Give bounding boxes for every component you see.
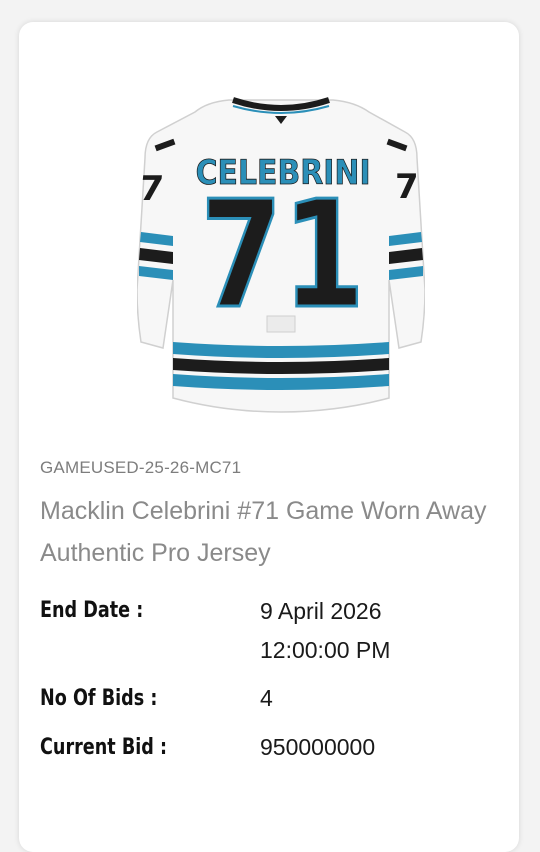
item-sku: GAMEUSED-25-26-MC71 <box>40 458 242 477</box>
item-title[interactable]: Macklin Celebrini #71 Game Worn Away Aut… <box>40 490 500 574</box>
current-bid-label: Current Bid : <box>40 735 168 760</box>
jersey-image[interactable]: 7 7 CELEBRINI 71 <box>136 80 426 430</box>
svg-text:7: 7 <box>137 169 165 209</box>
bids-value: 4 <box>260 685 273 711</box>
end-date-value: 9 April 2026 <box>260 598 382 624</box>
auction-item-card[interactable]: 7 7 CELEBRINI 71 GAMEUSED-25-26-MC71 Mac… <box>19 22 519 852</box>
svg-text:7: 7 <box>395 167 419 207</box>
jersey-illustration: 7 7 CELEBRINI 71 <box>136 97 426 413</box>
end-time-value: 12:00:00 PM <box>260 637 391 663</box>
bids-label: No Of Bids : <box>40 686 158 711</box>
end-date-label: End Date : <box>40 598 144 623</box>
jersey-number: 71 <box>200 169 365 341</box>
current-bid-value: 950000000 <box>260 734 376 760</box>
